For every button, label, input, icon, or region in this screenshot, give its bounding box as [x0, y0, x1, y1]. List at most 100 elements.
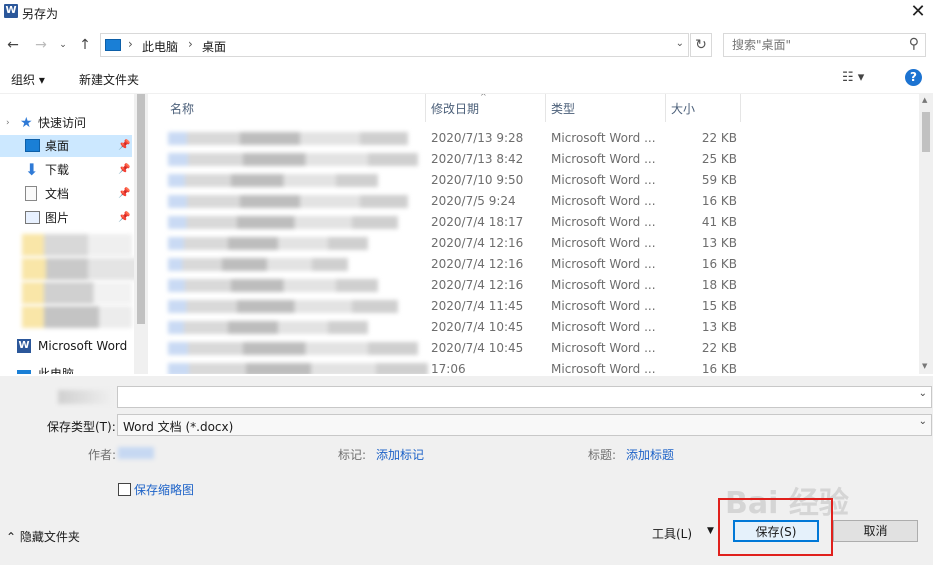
new-folder-button[interactable]: 新建文件夹 [79, 71, 139, 88]
filetype-select[interactable]: Word 文档 (*.docx) ⌄ [117, 414, 932, 436]
breadcrumb-separator: › [128, 37, 133, 51]
sidebar-item-documents[interactable]: 文档 📌 [0, 183, 132, 205]
sidebar-item-label: Microsoft Word [38, 339, 128, 353]
search-input[interactable] [732, 37, 902, 53]
author-value-blurred[interactable] [118, 447, 154, 459]
back-arrow-icon[interactable]: ← [4, 35, 22, 55]
file-date: 2020/7/13 8:42 [431, 152, 524, 166]
table-row[interactable]: 17:06 Microsoft Word ... 16 KB [150, 359, 920, 374]
sidebar-item-desktop[interactable]: 桌面 📌 [0, 135, 132, 157]
table-row[interactable]: 2020/7/10 9:50 Microsoft Word ... 59 KB [150, 170, 920, 191]
file-type: Microsoft Word ... [551, 173, 656, 187]
file-type: Microsoft Word ... [551, 320, 656, 334]
blurred-folder-item[interactable] [22, 306, 132, 328]
table-row[interactable]: 2020/7/4 18:17 Microsoft Word ... 41 KB [150, 212, 920, 233]
help-icon[interactable]: ? [905, 69, 922, 86]
filename-combobox[interactable]: ⌄ [117, 386, 932, 408]
view-options-icon[interactable]: ☷ ▾ [842, 70, 864, 85]
scrollbar-thumb[interactable] [922, 112, 930, 152]
file-size: 59 KB [701, 173, 737, 187]
search-box[interactable]: ⚲ [723, 33, 926, 57]
sidebar-item-label: 文档 [45, 187, 70, 201]
column-header-type[interactable]: 类型 [551, 100, 575, 117]
column-header-size[interactable]: 大小 [671, 100, 695, 117]
blurred-folder-item[interactable] [22, 258, 142, 280]
column-header-name[interactable]: 名称 [170, 100, 194, 117]
chevron-down-icon[interactable]: ⌄ [919, 388, 927, 399]
filetype-label: 保存类型(T): [47, 420, 116, 434]
table-row[interactable]: 2020/7/4 10:45 Microsoft Word ... 22 KB [150, 338, 920, 359]
file-type: Microsoft Word ... [551, 236, 656, 250]
table-row[interactable]: 2020/7/4 12:16 Microsoft Word ... 18 KB [150, 275, 920, 296]
file-size: 13 KB [701, 236, 737, 250]
file-size: 16 KB [701, 362, 737, 374]
computer-icon [105, 39, 121, 51]
file-size: 13 KB [701, 320, 737, 334]
file-date: 2020/7/13 9:28 [431, 131, 524, 145]
scrollbar-thumb[interactable] [137, 94, 145, 324]
file-type: Microsoft Word ... [551, 194, 656, 208]
tags-label: 标记: [338, 448, 367, 462]
title-bar: W 另存为 ✕ [0, 0, 933, 26]
file-date: 2020/7/4 11:45 [431, 299, 524, 313]
title-label: 标题: [588, 448, 617, 462]
close-button[interactable]: ✕ [903, 0, 933, 26]
word-app-icon: W [4, 4, 18, 18]
file-name-blurred [168, 153, 418, 166]
word-icon: W [17, 339, 31, 353]
table-row[interactable]: 2020/7/5 9:24 Microsoft Word ... 16 KB [150, 191, 920, 212]
forward-arrow-icon[interactable]: → [32, 35, 50, 55]
blurred-folder-item[interactable] [22, 282, 132, 304]
search-icon: ⚲ [908, 36, 919, 52]
organize-button[interactable]: 组织 ▾ [11, 71, 45, 88]
column-divider[interactable] [425, 94, 426, 122]
refresh-icon[interactable]: ↻ [690, 33, 712, 57]
column-divider[interactable] [740, 94, 741, 122]
table-row[interactable]: 2020/7/4 10:45 Microsoft Word ... 13 KB [150, 317, 920, 338]
hide-folders-button[interactable]: ⌃ 隐藏文件夹 [6, 528, 80, 545]
column-header-date[interactable]: 修改日期 [431, 100, 479, 117]
sidebar-item-pictures[interactable]: 图片 📌 [0, 207, 132, 229]
file-date: 2020/7/5 9:24 [431, 194, 516, 208]
table-row[interactable]: 2020/7/13 8:42 Microsoft Word ... 25 KB [150, 149, 920, 170]
breadcrumb-desktop[interactable]: 桌面 [202, 38, 226, 55]
address-bar[interactable]: › 此电脑 › 桌面 ⌄ [100, 33, 689, 57]
table-row[interactable]: 2020/7/4 12:16 Microsoft Word ... 13 KB [150, 233, 920, 254]
scroll-up-arrow-icon[interactable]: ▲ [922, 96, 927, 104]
tools-dropdown-icon[interactable]: ▼ [707, 526, 714, 536]
file-date: 2020/7/4 10:45 [431, 341, 524, 355]
chevron-down-icon[interactable]: ⌄ [919, 416, 927, 427]
table-row[interactable]: 2020/7/4 12:16 Microsoft Word ... 16 KB [150, 254, 920, 275]
file-date: 2020/7/10 9:50 [431, 173, 524, 187]
file-size: 22 KB [701, 131, 737, 145]
recent-locations-chevron-icon[interactable]: ⌄ [57, 35, 69, 55]
blurred-folder-item[interactable] [22, 234, 132, 256]
save-thumbnail-label[interactable]: 保存缩略图 [134, 481, 194, 498]
sidebar-item-downloads[interactable]: ⬇ 下载 📌 [0, 159, 132, 181]
cancel-button[interactable]: 取消 [833, 520, 918, 542]
star-icon: ★ [20, 115, 33, 131]
expand-chevron-icon[interactable]: › [6, 112, 10, 134]
toolbar: 组织 ▾ 新建文件夹 ☷ ▾ ? [0, 64, 933, 94]
save-thumbnail-checkbox[interactable] [118, 483, 131, 496]
add-tags-link[interactable]: 添加标记 [376, 446, 424, 463]
this-pc-partial-item[interactable]: 此电脑 [17, 366, 127, 374]
file-list-scrollbar[interactable]: ▲ ▼ [919, 94, 933, 374]
up-arrow-icon[interactable]: ↑ [76, 35, 94, 55]
sidebar-item-label: 桌面 [45, 139, 70, 153]
sidebar-item-quick-access[interactable]: › ★ 快速访问 [0, 112, 132, 134]
filename-input[interactable] [122, 389, 902, 405]
sidebar-item-microsoft-word[interactable]: W Microsoft Word [0, 335, 132, 357]
column-divider[interactable] [545, 94, 546, 122]
scroll-down-arrow-icon[interactable]: ▼ [922, 362, 927, 370]
address-dropdown-icon[interactable]: ⌄ [676, 38, 684, 49]
table-row[interactable]: 2020/7/4 11:45 Microsoft Word ... 15 KB [150, 296, 920, 317]
add-title-link[interactable]: 添加标题 [626, 446, 674, 463]
file-size: 41 KB [701, 215, 737, 229]
column-divider[interactable] [665, 94, 666, 122]
tools-button[interactable]: 工具(L) [652, 525, 692, 542]
file-date: 17:06 [431, 362, 466, 374]
breadcrumb-this-pc[interactable]: 此电脑 [142, 38, 178, 55]
table-row[interactable]: 2020/7/13 9:28 Microsoft Word ... 22 KB [150, 128, 920, 149]
navigation-scrollbar[interactable] [134, 94, 148, 374]
